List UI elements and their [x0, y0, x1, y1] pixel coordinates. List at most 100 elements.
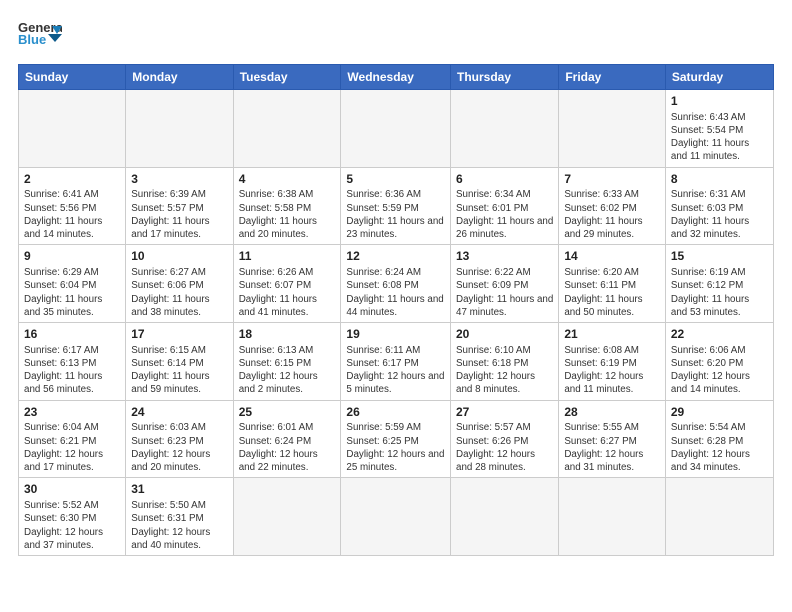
calendar-cell: [19, 90, 126, 168]
day-info: Sunrise: 5:50 AM Sunset: 6:31 PM Dayligh…: [131, 499, 227, 552]
day-number: 5: [346, 171, 445, 188]
calendar-cell: [451, 90, 559, 168]
calendar-cell: [559, 478, 666, 556]
day-info: Sunrise: 6:20 AM Sunset: 6:11 PM Dayligh…: [564, 266, 660, 319]
calendar-cell: 28Sunrise: 5:55 AM Sunset: 6:27 PM Dayli…: [559, 400, 666, 478]
day-number: 3: [131, 171, 227, 188]
day-info: Sunrise: 6:06 AM Sunset: 6:20 PM Dayligh…: [671, 344, 768, 397]
day-info: Sunrise: 6:11 AM Sunset: 6:17 PM Dayligh…: [346, 344, 445, 397]
weekday-header-row: SundayMondayTuesdayWednesdayThursdayFrid…: [19, 65, 774, 90]
calendar-cell: 5Sunrise: 6:36 AM Sunset: 5:59 PM Daylig…: [341, 167, 451, 245]
day-info: Sunrise: 6:22 AM Sunset: 6:09 PM Dayligh…: [456, 266, 553, 319]
day-info: Sunrise: 6:15 AM Sunset: 6:14 PM Dayligh…: [131, 344, 227, 397]
day-info: Sunrise: 6:31 AM Sunset: 6:03 PM Dayligh…: [671, 188, 768, 241]
calendar-cell: 27Sunrise: 5:57 AM Sunset: 6:26 PM Dayli…: [451, 400, 559, 478]
day-number: 7: [564, 171, 660, 188]
weekday-thursday: Thursday: [451, 65, 559, 90]
calendar-cell: 10Sunrise: 6:27 AM Sunset: 6:06 PM Dayli…: [126, 245, 233, 323]
calendar-cell: [233, 90, 341, 168]
day-info: Sunrise: 6:13 AM Sunset: 6:15 PM Dayligh…: [239, 344, 336, 397]
day-info: Sunrise: 5:54 AM Sunset: 6:28 PM Dayligh…: [671, 421, 768, 474]
weekday-sunday: Sunday: [19, 65, 126, 90]
day-info: Sunrise: 6:29 AM Sunset: 6:04 PM Dayligh…: [24, 266, 120, 319]
day-number: 27: [456, 404, 553, 421]
day-info: Sunrise: 6:03 AM Sunset: 6:23 PM Dayligh…: [131, 421, 227, 474]
day-info: Sunrise: 5:57 AM Sunset: 6:26 PM Dayligh…: [456, 421, 553, 474]
calendar-cell: 6Sunrise: 6:34 AM Sunset: 6:01 PM Daylig…: [451, 167, 559, 245]
day-number: 10: [131, 248, 227, 265]
day-number: 9: [24, 248, 120, 265]
calendar-cell: 31Sunrise: 5:50 AM Sunset: 6:31 PM Dayli…: [126, 478, 233, 556]
calendar-cell: [341, 478, 451, 556]
calendar-cell: 26Sunrise: 5:59 AM Sunset: 6:25 PM Dayli…: [341, 400, 451, 478]
day-info: Sunrise: 6:33 AM Sunset: 6:02 PM Dayligh…: [564, 188, 660, 241]
calendar-cell: 9Sunrise: 6:29 AM Sunset: 6:04 PM Daylig…: [19, 245, 126, 323]
day-info: Sunrise: 5:59 AM Sunset: 6:25 PM Dayligh…: [346, 421, 445, 474]
day-number: 29: [671, 404, 768, 421]
day-info: Sunrise: 6:27 AM Sunset: 6:06 PM Dayligh…: [131, 266, 227, 319]
header: General Blue: [18, 18, 774, 54]
calendar-cell: 17Sunrise: 6:15 AM Sunset: 6:14 PM Dayli…: [126, 323, 233, 401]
day-number: 20: [456, 326, 553, 343]
calendar-row-4: 16Sunrise: 6:17 AM Sunset: 6:13 PM Dayli…: [19, 323, 774, 401]
weekday-wednesday: Wednesday: [341, 65, 451, 90]
day-number: 2: [24, 171, 120, 188]
day-info: Sunrise: 6:19 AM Sunset: 6:12 PM Dayligh…: [671, 266, 768, 319]
calendar-cell: 4Sunrise: 6:38 AM Sunset: 5:58 PM Daylig…: [233, 167, 341, 245]
calendar-cell: 2Sunrise: 6:41 AM Sunset: 5:56 PM Daylig…: [19, 167, 126, 245]
day-number: 17: [131, 326, 227, 343]
logo: General Blue: [18, 18, 62, 54]
day-number: 12: [346, 248, 445, 265]
day-number: 31: [131, 481, 227, 498]
logo-svg: General Blue: [18, 18, 62, 54]
calendar-row-3: 9Sunrise: 6:29 AM Sunset: 6:04 PM Daylig…: [19, 245, 774, 323]
day-number: 26: [346, 404, 445, 421]
calendar-cell: 16Sunrise: 6:17 AM Sunset: 6:13 PM Dayli…: [19, 323, 126, 401]
day-number: 16: [24, 326, 120, 343]
day-number: 21: [564, 326, 660, 343]
calendar-cell: 20Sunrise: 6:10 AM Sunset: 6:18 PM Dayli…: [451, 323, 559, 401]
svg-text:Blue: Blue: [18, 32, 46, 47]
calendar-cell: 8Sunrise: 6:31 AM Sunset: 6:03 PM Daylig…: [665, 167, 773, 245]
calendar-cell: 18Sunrise: 6:13 AM Sunset: 6:15 PM Dayli…: [233, 323, 341, 401]
day-info: Sunrise: 6:10 AM Sunset: 6:18 PM Dayligh…: [456, 344, 553, 397]
calendar-row-6: 30Sunrise: 5:52 AM Sunset: 6:30 PM Dayli…: [19, 478, 774, 556]
day-info: Sunrise: 6:26 AM Sunset: 6:07 PM Dayligh…: [239, 266, 336, 319]
weekday-friday: Friday: [559, 65, 666, 90]
calendar-row-2: 2Sunrise: 6:41 AM Sunset: 5:56 PM Daylig…: [19, 167, 774, 245]
calendar-cell: [665, 478, 773, 556]
day-number: 18: [239, 326, 336, 343]
calendar-cell: 15Sunrise: 6:19 AM Sunset: 6:12 PM Dayli…: [665, 245, 773, 323]
day-info: Sunrise: 6:01 AM Sunset: 6:24 PM Dayligh…: [239, 421, 336, 474]
weekday-saturday: Saturday: [665, 65, 773, 90]
day-info: Sunrise: 5:52 AM Sunset: 6:30 PM Dayligh…: [24, 499, 120, 552]
calendar-cell: [126, 90, 233, 168]
day-number: 15: [671, 248, 768, 265]
calendar-cell: 29Sunrise: 5:54 AM Sunset: 6:28 PM Dayli…: [665, 400, 773, 478]
calendar-cell: 11Sunrise: 6:26 AM Sunset: 6:07 PM Dayli…: [233, 245, 341, 323]
calendar-cell: [559, 90, 666, 168]
day-number: 4: [239, 171, 336, 188]
page: General Blue SundayMondayTuesdayWednesda…: [0, 0, 792, 612]
day-info: Sunrise: 6:43 AM Sunset: 5:54 PM Dayligh…: [671, 111, 768, 164]
day-info: Sunrise: 6:34 AM Sunset: 6:01 PM Dayligh…: [456, 188, 553, 241]
calendar-cell: 7Sunrise: 6:33 AM Sunset: 6:02 PM Daylig…: [559, 167, 666, 245]
weekday-monday: Monday: [126, 65, 233, 90]
day-number: 24: [131, 404, 227, 421]
day-info: Sunrise: 6:39 AM Sunset: 5:57 PM Dayligh…: [131, 188, 227, 241]
day-number: 8: [671, 171, 768, 188]
calendar-cell: 30Sunrise: 5:52 AM Sunset: 6:30 PM Dayli…: [19, 478, 126, 556]
calendar-cell: 22Sunrise: 6:06 AM Sunset: 6:20 PM Dayli…: [665, 323, 773, 401]
calendar-row-5: 23Sunrise: 6:04 AM Sunset: 6:21 PM Dayli…: [19, 400, 774, 478]
day-info: Sunrise: 6:17 AM Sunset: 6:13 PM Dayligh…: [24, 344, 120, 397]
calendar-cell: 23Sunrise: 6:04 AM Sunset: 6:21 PM Dayli…: [19, 400, 126, 478]
day-info: Sunrise: 6:41 AM Sunset: 5:56 PM Dayligh…: [24, 188, 120, 241]
calendar-cell: 1Sunrise: 6:43 AM Sunset: 5:54 PM Daylig…: [665, 90, 773, 168]
calendar-cell: 14Sunrise: 6:20 AM Sunset: 6:11 PM Dayli…: [559, 245, 666, 323]
day-number: 23: [24, 404, 120, 421]
calendar-row-1: 1Sunrise: 6:43 AM Sunset: 5:54 PM Daylig…: [19, 90, 774, 168]
day-info: Sunrise: 6:08 AM Sunset: 6:19 PM Dayligh…: [564, 344, 660, 397]
calendar-cell: 25Sunrise: 6:01 AM Sunset: 6:24 PM Dayli…: [233, 400, 341, 478]
calendar-cell: 19Sunrise: 6:11 AM Sunset: 6:17 PM Dayli…: [341, 323, 451, 401]
day-number: 30: [24, 481, 120, 498]
